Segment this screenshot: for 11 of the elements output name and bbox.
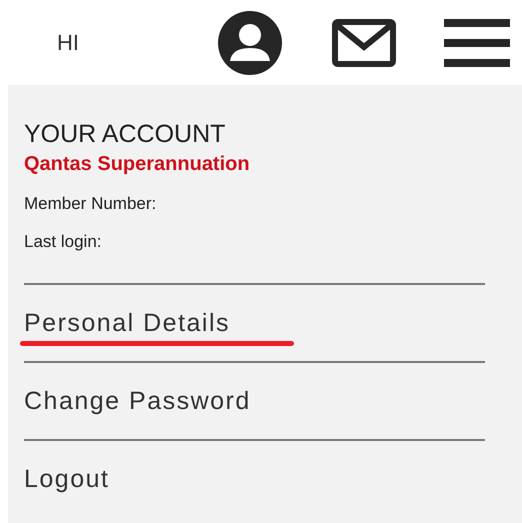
member-number-label: Member Number: — [24, 193, 158, 215]
greeting-text: HI — [57, 30, 80, 56]
last-login-label: Last login: — [24, 231, 102, 253]
menu-link[interactable]: Logout — [24, 464, 110, 494]
menu-link[interactable]: Personal Details — [24, 308, 230, 338]
account-heading: YOUR ACCOUNT — [24, 119, 226, 149]
fund-name: Qantas Superannuation — [24, 152, 251, 177]
menu-link[interactable]: Change Password — [24, 386, 251, 416]
menu-icon[interactable] — [444, 18, 510, 66]
user-icon[interactable] — [218, 10, 282, 74]
mail-icon[interactable] — [332, 18, 396, 66]
